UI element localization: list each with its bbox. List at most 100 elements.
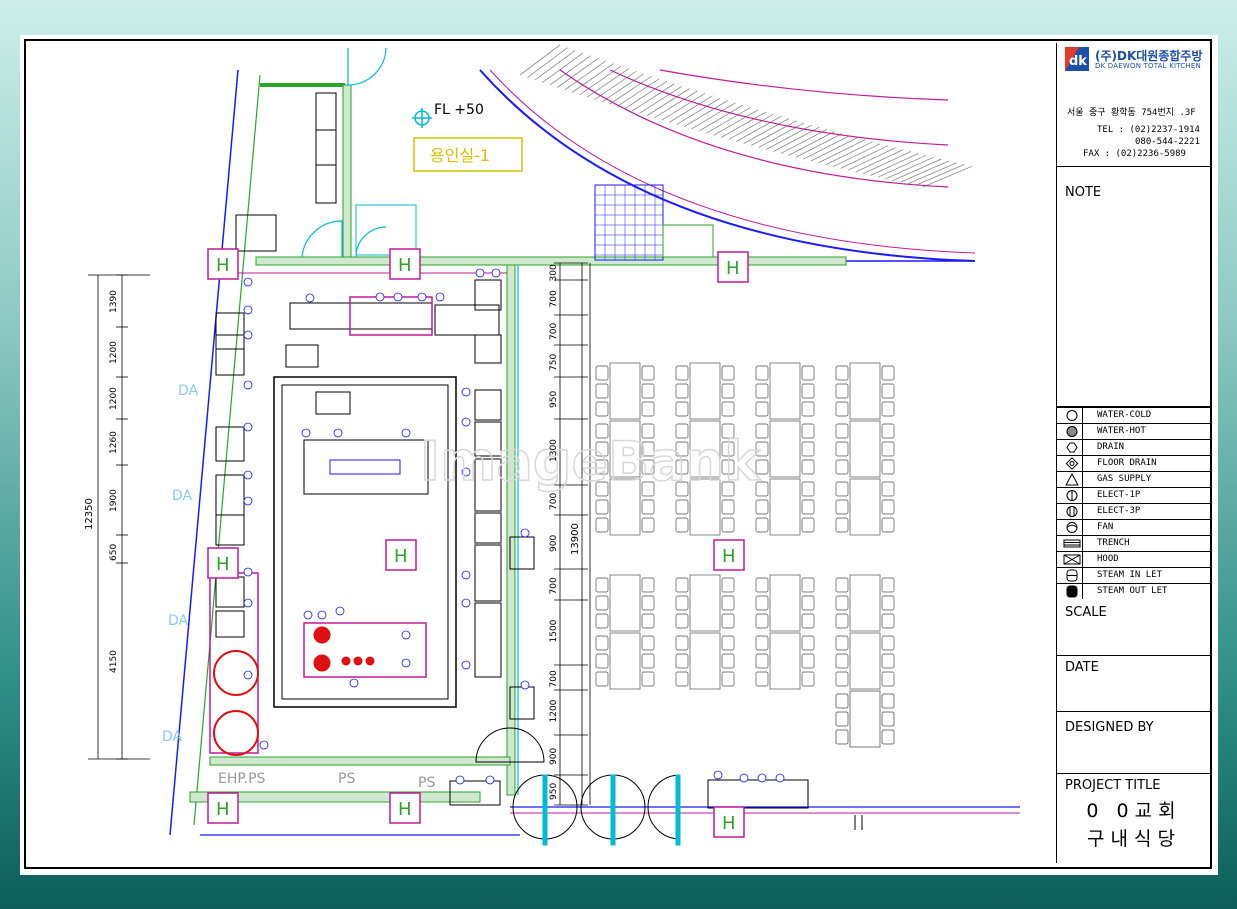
- equipment-tag: [333, 428, 343, 438]
- chair: [675, 383, 689, 399]
- chair: [755, 365, 769, 381]
- chair: [595, 383, 609, 399]
- column-marker: H: [713, 539, 745, 571]
- right-dim-label: 950: [549, 783, 559, 800]
- equipment-tag: [417, 292, 427, 302]
- chair: [755, 595, 769, 611]
- chair: [801, 441, 815, 457]
- equipment-tag: [243, 567, 253, 577]
- equipment-tag: [243, 305, 253, 315]
- equipment-tag: [461, 387, 471, 397]
- legend-label: WATER-COLD: [1097, 410, 1152, 420]
- equipment-tag: [713, 770, 723, 780]
- company-tel: TEL : (02)2237-1914: [1097, 125, 1200, 135]
- right-dim-label: 900: [549, 748, 559, 765]
- legend-label: WATER-HOT: [1097, 426, 1146, 436]
- svg-text:H: H: [398, 799, 412, 820]
- legend-row: WATER-HOT: [1057, 423, 1211, 439]
- chair: [675, 517, 689, 533]
- chair: [881, 517, 895, 533]
- chair: [595, 671, 609, 687]
- drawing-sheet: HHHHHHHHH FL +50 용인실-1 ImageBank EHP.PS …: [20, 35, 1218, 875]
- chair: [721, 517, 735, 533]
- chair: [881, 423, 895, 439]
- chair: [641, 613, 655, 629]
- chair: [801, 459, 815, 475]
- chair: [835, 441, 849, 457]
- chair: [675, 595, 689, 611]
- svg-text:H: H: [216, 554, 230, 575]
- svg-text:H: H: [216, 799, 230, 820]
- legend-label: FAN: [1097, 522, 1114, 532]
- svg-text:H: H: [394, 546, 408, 567]
- chair: [801, 577, 815, 593]
- chair: [595, 517, 609, 533]
- right-dim-label: 700: [549, 290, 559, 307]
- column-marker: H: [389, 792, 421, 824]
- chair: [595, 653, 609, 669]
- legend-label: ELECT-1P: [1097, 490, 1141, 500]
- right-dim-label: 900: [549, 535, 559, 552]
- room-label: 용인실-1: [430, 146, 490, 165]
- company-fax: FAX : (02)2236-5989: [1083, 149, 1186, 159]
- chair: [641, 499, 655, 515]
- dining-table: [849, 574, 881, 632]
- title-block: dk (주)DK대원종합주방 DK DAEWON TOTAL KITCHEN 서…: [1056, 43, 1211, 863]
- left-dim-label: 1390: [109, 290, 119, 313]
- chair: [721, 401, 735, 417]
- chair: [801, 481, 815, 497]
- chair: [835, 517, 849, 533]
- equipment-tag: [303, 610, 313, 620]
- left-dim-label: 650: [109, 544, 119, 561]
- floor-plan: H H HH H HH HH FL +50 용인실-1 ImageBank EHP.PS …: [84, 44, 1020, 846]
- chair: [835, 383, 849, 399]
- chair: [721, 671, 735, 687]
- right-dim-label: 700: [549, 323, 559, 340]
- chair: [801, 635, 815, 651]
- dining-table: [609, 362, 641, 420]
- equipment-tag: [243, 330, 253, 340]
- equipment-tag: [461, 570, 471, 580]
- left-dim-label: 1200: [109, 341, 119, 364]
- company-block: dk (주)DK대원종합주방 DK DAEWON TOTAL KITCHEN 서…: [1057, 43, 1211, 167]
- chair: [881, 729, 895, 745]
- ps-label-3: PS: [418, 775, 435, 791]
- chair: [835, 423, 849, 439]
- legend-row: DRAIN: [1057, 439, 1211, 455]
- equipment-tag: [401, 630, 411, 640]
- legend-label: DRAIN: [1097, 442, 1125, 452]
- dining-table: [689, 632, 721, 690]
- ps-label-2: PS: [338, 771, 355, 787]
- company-tel2: 080-544-2221: [1135, 137, 1201, 147]
- chair: [881, 711, 895, 727]
- company-name-en: DK DAEWON TOTAL KITCHEN: [1095, 62, 1201, 70]
- fl-marker: FL +50: [412, 102, 484, 128]
- equipment-tag: [243, 422, 253, 432]
- chair: [881, 595, 895, 611]
- floor-drain-icon: [1061, 456, 1083, 471]
- chair: [595, 595, 609, 611]
- equipment-tag: [491, 268, 501, 278]
- da-label: DA: [178, 383, 199, 399]
- dining-table: [769, 574, 801, 632]
- floor-level-label: FL +50: [434, 102, 484, 118]
- dining-table: [609, 574, 641, 632]
- chair: [801, 517, 815, 533]
- chair: [881, 693, 895, 709]
- svg-text:dk: dk: [1069, 54, 1087, 69]
- chair: [721, 577, 735, 593]
- equipment-tag: [375, 292, 385, 302]
- legend-row: ELECT-1P: [1057, 487, 1211, 503]
- dining-table: [849, 362, 881, 420]
- chair: [881, 635, 895, 651]
- chair: [835, 729, 849, 745]
- equipment-tag: [243, 496, 253, 506]
- chair: [835, 729, 849, 745]
- chair: [755, 577, 769, 593]
- chair: [595, 499, 609, 515]
- equipment-tag: [243, 470, 253, 480]
- chair: [641, 577, 655, 593]
- chair: [675, 365, 689, 381]
- scale-label: SCALE: [1065, 605, 1107, 620]
- chair: [721, 613, 735, 629]
